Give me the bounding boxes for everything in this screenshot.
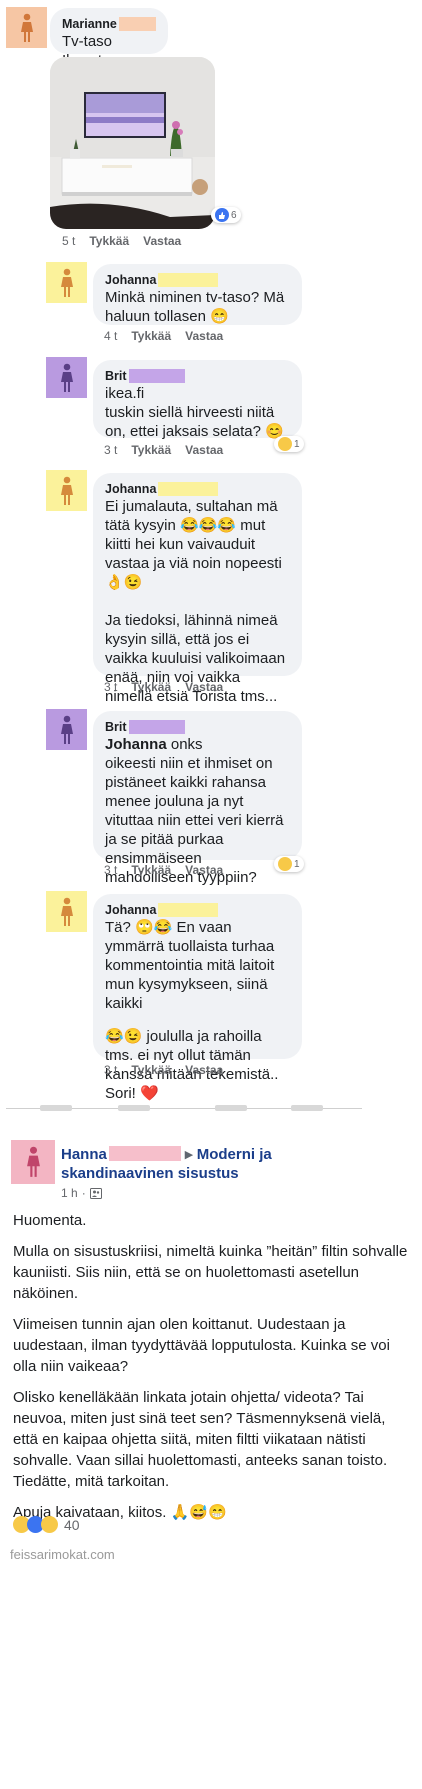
- name-redaction: [158, 273, 219, 287]
- reaction-count: 6: [231, 209, 237, 221]
- scroll-indicator: [215, 1105, 247, 1111]
- wow-reaction-icon: [41, 1516, 58, 1533]
- comment-time[interactable]: 4 t: [104, 329, 117, 343]
- comment-actions: 4 t Tykkää Vastaa: [104, 329, 223, 343]
- reaction-count: 40: [64, 1516, 80, 1533]
- watermark: feissarimokat.com: [10, 1547, 115, 1562]
- comment-text: Minkä niminen tv-taso? Mä haluun tollase…: [105, 289, 285, 325]
- comment-bubble: Johanna Minkä niminen tv-taso? Mä haluun…: [93, 264, 302, 325]
- like-reaction-icon: [215, 208, 229, 222]
- comment-author[interactable]: Johanna: [105, 272, 156, 288]
- reaction-count: 1: [294, 438, 300, 450]
- comment-time[interactable]: 3 t: [104, 680, 117, 694]
- avatar[interactable]: [46, 891, 87, 932]
- avatar[interactable]: [46, 262, 87, 303]
- scroll-indicator: [118, 1105, 150, 1111]
- comment-author[interactable]: Johanna: [105, 481, 156, 497]
- avatar[interactable]: [46, 357, 87, 398]
- reaction-count: 1: [294, 858, 300, 870]
- name-redaction: [158, 903, 219, 917]
- comment-link[interactable]: ikea.fi: [105, 384, 290, 403]
- arrow-icon: ▸: [185, 1146, 193, 1163]
- person-icon: [20, 13, 33, 42]
- like-button[interactable]: Tykkää: [131, 329, 171, 343]
- name-redaction: [118, 17, 156, 31]
- comment-author[interactable]: Brit: [105, 368, 127, 384]
- post-paragraph: Olisko kenelläkään linkata jotain ohjett…: [13, 1389, 388, 1490]
- comment-time[interactable]: 3 t: [104, 443, 117, 457]
- reply-button[interactable]: Vastaa: [185, 329, 223, 343]
- comment-actions: 3 t Tykkää Vastaa: [104, 443, 223, 457]
- comment-time[interactable]: 3 t: [104, 1063, 117, 1077]
- mention-link[interactable]: Johanna: [105, 736, 167, 753]
- comment-author[interactable]: Brit: [105, 719, 127, 735]
- comment-image[interactable]: [50, 57, 215, 229]
- person-icon: [60, 363, 73, 392]
- comment-text: onks: [166, 736, 203, 753]
- post-paragraph: Mulla on sisustuskriisi, nimeltä kuinka …: [13, 1243, 408, 1302]
- person-icon: [60, 268, 73, 297]
- reply-button[interactable]: Vastaa: [185, 680, 223, 694]
- reply-button[interactable]: Vastaa: [185, 1063, 223, 1077]
- post-body: Huomenta. Mulla on sisustuskriisi, nimel…: [13, 1210, 413, 1533]
- comment-author[interactable]: Marianne: [62, 16, 117, 32]
- like-button[interactable]: Tykkää: [131, 443, 171, 457]
- comment-text: Ei jumalauta, sultahan mä tätä kysyin 😂😂…: [105, 498, 282, 591]
- person-icon: [60, 897, 73, 926]
- comment-time[interactable]: 5 t: [62, 234, 75, 248]
- like-button[interactable]: Tykkää: [131, 680, 171, 694]
- laugh-reaction-icon: [278, 857, 292, 871]
- comment-bubble: Brit Johanna onks oikeesti niin et ihmis…: [93, 711, 302, 886]
- like-button[interactable]: Tykkää: [89, 234, 129, 248]
- comment-bubble: Marianne Tv-taso Ikeasta: [50, 8, 168, 69]
- person-icon: [26, 1146, 40, 1177]
- like-button[interactable]: Tykkää: [131, 863, 171, 877]
- name-redaction: [158, 482, 219, 496]
- post-meta: 1 h ·: [61, 1186, 102, 1200]
- post-header: Hanna ▸ Moderni ja skandinaavinen sisust…: [61, 1145, 351, 1183]
- comment-bubble: Johanna Ei jumalauta, sultahan mä tätä k…: [93, 473, 302, 705]
- comment-actions: 3 t Tykkää Vastaa: [104, 1063, 223, 1077]
- comment-text: Tä? 🙄😂 En vaan ymmärrä tuollaista turhaa…: [105, 919, 275, 1012]
- comment-bubble: Johanna Tä? 🙄😂 En vaan ymmärrä tuollaist…: [93, 894, 302, 1102]
- avatar[interactable]: [11, 1140, 55, 1184]
- avatar[interactable]: [46, 709, 87, 750]
- meta-separator: ·: [81, 1186, 86, 1200]
- scroll-indicator: [291, 1105, 323, 1111]
- post-paragraph: Viimeisen tunnin ajan olen koittanut. Uu…: [13, 1316, 390, 1375]
- avatar[interactable]: [6, 7, 47, 48]
- person-icon: [60, 476, 73, 505]
- name-redaction: [128, 720, 185, 734]
- reply-button[interactable]: Vastaa: [143, 234, 181, 248]
- comment-actions: 5 t Tykkää Vastaa: [62, 234, 181, 248]
- comment-actions: 3 t Tykkää Vastaa: [104, 863, 223, 877]
- comment-author[interactable]: Johanna: [105, 902, 156, 918]
- avatar[interactable]: [46, 470, 87, 511]
- reply-button[interactable]: Vastaa: [185, 443, 223, 457]
- comment-actions: 3 t Tykkää Vastaa: [104, 680, 223, 694]
- reaction-badge[interactable]: 1: [274, 436, 304, 452]
- reaction-badge[interactable]: 6: [211, 207, 241, 223]
- like-button[interactable]: Tykkää: [131, 1063, 171, 1077]
- post-paragraph: Huomenta.: [13, 1212, 87, 1229]
- name-redaction: [128, 369, 185, 383]
- post-author[interactable]: Hanna: [61, 1146, 107, 1163]
- comment-time[interactable]: 3 t: [104, 863, 117, 877]
- person-icon: [60, 715, 73, 744]
- comment-text: tuskin siellä hirveesti niitä on, ettei …: [105, 404, 284, 440]
- laugh-reaction-icon: [278, 437, 292, 451]
- reaction-badge[interactable]: 1: [274, 856, 304, 872]
- post-reactions[interactable]: 40: [13, 1516, 80, 1533]
- reply-button[interactable]: Vastaa: [185, 863, 223, 877]
- name-redaction: [108, 1146, 181, 1161]
- comment-bubble: Brit ikea.fi tuskin siellä hirveesti nii…: [93, 360, 302, 440]
- group-privacy-icon: [89, 1187, 102, 1199]
- scroll-indicator: [40, 1105, 72, 1111]
- post-time[interactable]: 1 h: [61, 1186, 78, 1200]
